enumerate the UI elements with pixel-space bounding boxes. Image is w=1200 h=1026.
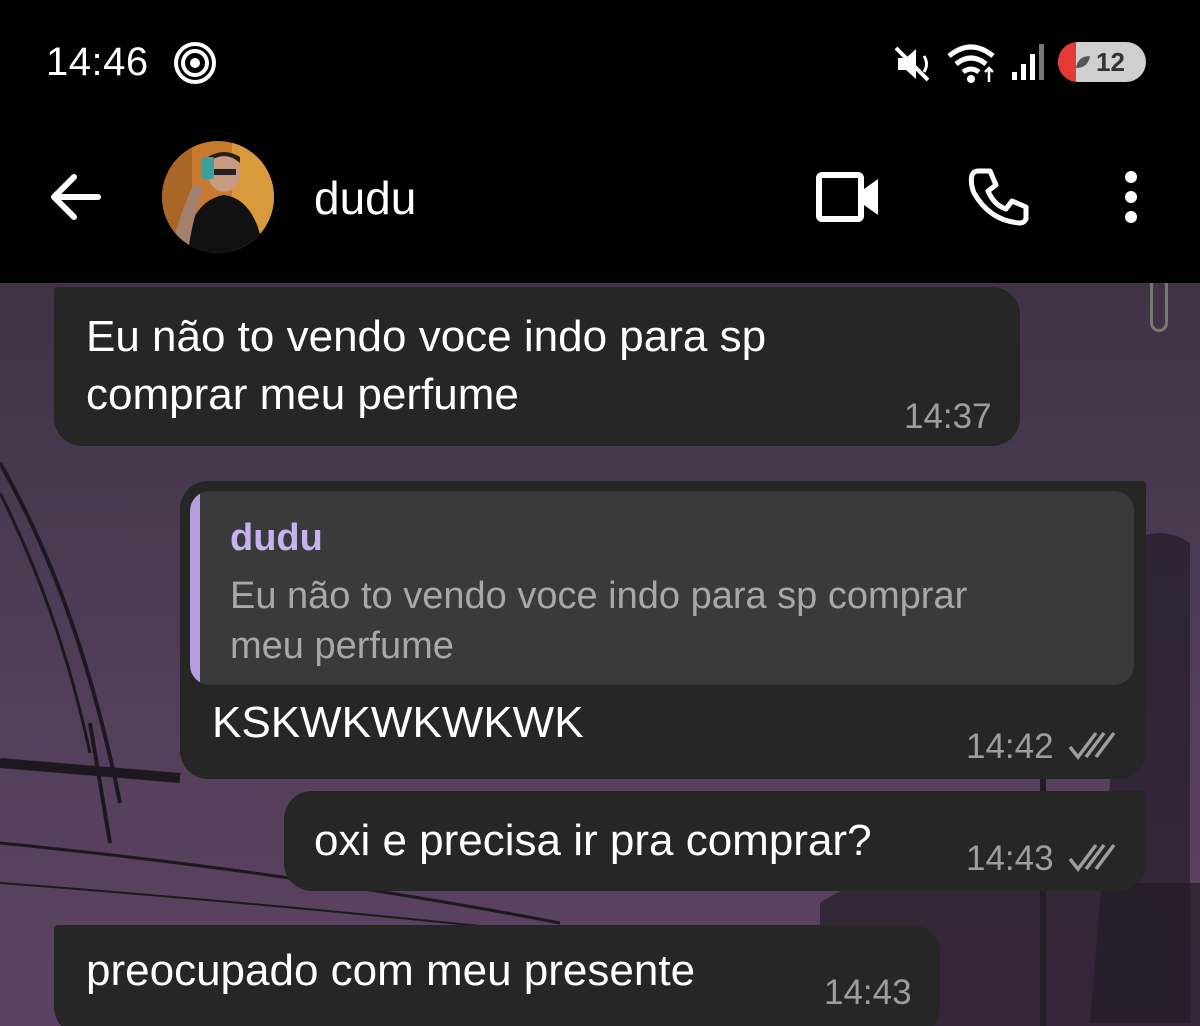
avatar[interactable] [162,141,274,253]
message-text: preocupado com meu presente [86,946,696,995]
read-receipt-icon [1068,843,1116,872]
message-bubble-incoming[interactable]: preocupado com meu presente 14:43 [54,925,940,1026]
message-bubble-outgoing[interactable]: oxi e precisa ir pra comprar? 14:43 [284,791,1146,891]
battery-icon: 12 [1058,42,1146,82]
reply-quote[interactable]: dudu Eu não to vendo voce indo para sp c… [190,491,1134,685]
signal-icon [1012,44,1044,80]
chat-area[interactable]: Eu não to vendo voce indo para sp compra… [0,283,1200,1026]
message-text-line: Eu não to vendo voce indo para sp [86,312,767,361]
message-time: 14:43 [824,973,912,1012]
message-text-line: comprar meu perfume [86,370,519,419]
quote-sender: dudu [230,517,323,559]
status-bar: 14:46 12 [0,0,1200,125]
quote-text-line: Eu não to vendo voce indo para sp compra… [230,575,968,617]
chat-header: dudu [0,125,1200,283]
battery-level: 12 [1096,47,1125,77]
scrollbar[interactable] [1150,283,1168,332]
status-time: 14:46 [46,40,149,84]
quote-text: Eu não to vendo voce indo para sp compra… [230,571,1110,671]
message-time: 14:43 [966,839,1054,878]
phone-icon[interactable] [968,165,1030,227]
contact-name[interactable]: dudu [314,171,416,225]
message-bubble-incoming[interactable]: Eu não to vendo voce indo para sp compra… [54,287,1020,446]
video-call-icon[interactable] [816,171,882,223]
more-options-icon[interactable] [1118,169,1144,225]
message-time: 14:42 [966,727,1054,766]
message-bubble-outgoing[interactable]: dudu Eu não to vendo voce indo para sp c… [180,481,1146,779]
message-text: oxi e precisa ir pra comprar? [314,816,872,865]
wifi-icon [947,44,995,83]
message-time: 14:37 [904,397,992,436]
back-arrow-icon[interactable] [48,169,104,225]
mute-icon [894,46,930,82]
radar-icon [174,42,216,84]
quote-text-line: meu perfume [230,625,454,667]
message-text: KSKWKWKWKWK [212,698,584,747]
quote-accent-bar [190,491,200,685]
read-receipt-icon [1068,731,1116,760]
